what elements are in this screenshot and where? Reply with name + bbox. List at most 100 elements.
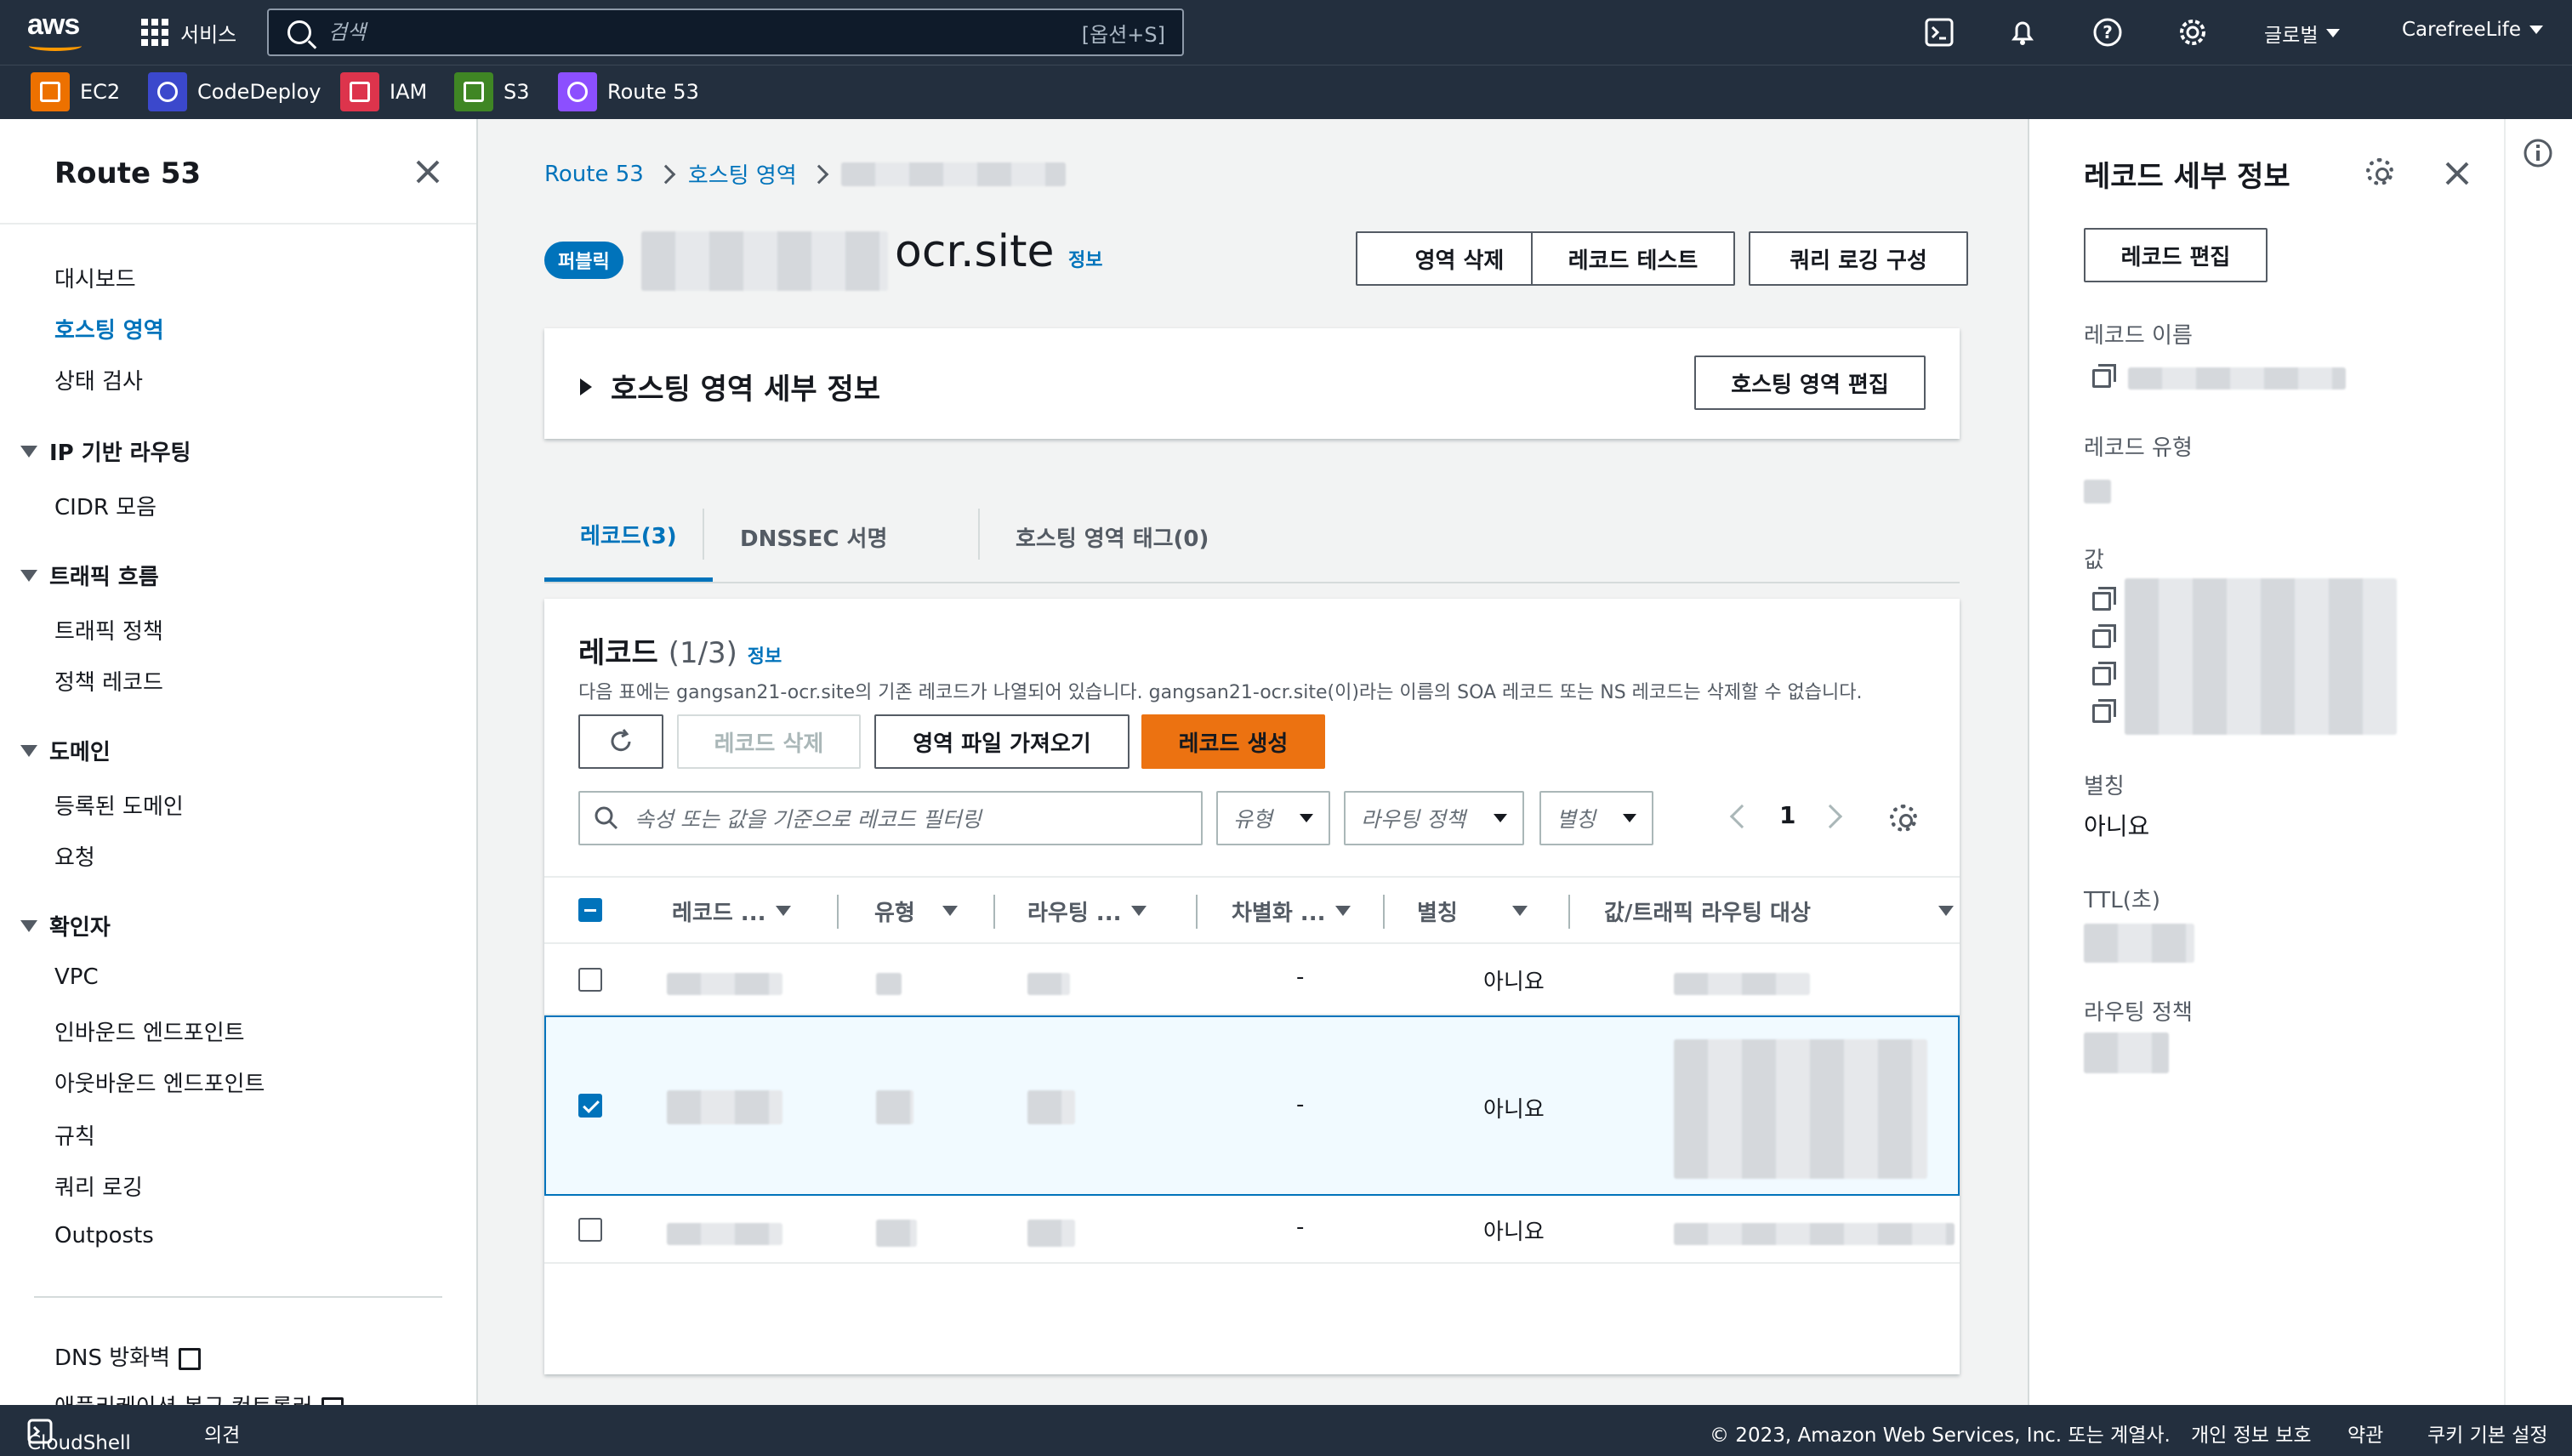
breadcrumb-route53[interactable]: Route 53	[544, 162, 644, 187]
sidebar-item-rules[interactable]: 규칙	[54, 1119, 95, 1151]
refresh-button[interactable]	[578, 714, 663, 769]
sidebar-item-outposts[interactable]: Outposts	[54, 1223, 154, 1248]
cloudshell-icon[interactable]	[1924, 17, 1955, 48]
test-record-button[interactable]: 레코드 테스트	[1531, 231, 1735, 286]
favorite-s3[interactable]: S3	[454, 72, 530, 111]
sidebar-item-outbound-endpoints[interactable]: 아웃바운드 엔드포인트	[54, 1066, 265, 1098]
sidebar-item-inbound-endpoints[interactable]: 인바운드 엔드포인트	[54, 1015, 245, 1047]
type-filter-dropdown[interactable]: 유형	[1216, 791, 1330, 845]
copy-icon[interactable]	[2092, 662, 2116, 685]
column-header-record-name[interactable]: 레코드 ...	[672, 878, 792, 944]
redacted-routing	[1027, 1220, 1075, 1247]
close-icon[interactable]	[412, 156, 442, 187]
hosted-zone-details-toggle[interactable]: 호스팅 영역 세부 정보	[580, 366, 880, 407]
column-header-value[interactable]: 값/트래픽 라우팅 대상	[1604, 878, 1954, 944]
settings-gear-icon[interactable]	[2366, 158, 2393, 185]
copy-icon[interactable]	[2092, 587, 2116, 611]
sidebar-item-query-logging[interactable]: 쿼리 로깅	[54, 1170, 143, 1202]
info-icon[interactable]	[2523, 138, 2553, 168]
sidebar-title: Route 53	[54, 156, 202, 191]
sidebar-item-health-checks[interactable]: 상태 검사	[54, 364, 143, 395]
favorite-ec2[interactable]: EC2	[31, 72, 120, 111]
next-page-icon[interactable]	[1818, 804, 1843, 829]
sidebar-item-dashboard[interactable]: 대시보드	[54, 262, 136, 293]
table-preferences-gear-icon[interactable]	[1890, 805, 1917, 832]
sidebar-item-policy-records[interactable]: 정책 레코드	[54, 665, 163, 697]
services-menu-button[interactable]: 서비스	[141, 15, 236, 49]
settings-gear-icon[interactable]	[2177, 17, 2208, 48]
sidebar-section-resolver[interactable]: 확인자	[20, 910, 111, 941]
column-header-differentiator[interactable]: 차별화 ...	[1232, 878, 1351, 944]
info-link[interactable]: 정보	[748, 646, 782, 668]
copyright: © 2023, Amazon Web Services, Inc. 또는 계열사…	[1710, 1425, 2171, 1447]
terms-link[interactable]: 약관	[2347, 1419, 2383, 1447]
copy-icon[interactable]	[2092, 624, 2116, 648]
routing-policy-filter-dropdown[interactable]: 라우팅 정책	[1344, 791, 1524, 845]
sidebar-section-ip-routing[interactable]: IP 기반 라우팅	[20, 435, 191, 467]
close-icon[interactable]	[2441, 158, 2472, 189]
sidebar-item-registered-domains[interactable]: 등록된 도메인	[54, 789, 184, 821]
table-row[interactable]: - 아니요	[544, 946, 1960, 1015]
configure-query-logging-button[interactable]: 쿼리 로깅 구성	[1749, 231, 1968, 286]
column-header-routing[interactable]: 라우팅 ...	[1027, 878, 1147, 944]
redacted-type	[876, 1220, 917, 1247]
delete-record-button[interactable]: 레코드 삭제	[677, 714, 861, 769]
s3-icon	[454, 72, 493, 111]
account-menu[interactable]: CarefreeLife	[2402, 19, 2544, 41]
redacted-type	[876, 973, 902, 995]
alias-label: 별칭	[2084, 774, 2125, 799]
region-selector[interactable]: 글로벌	[2264, 19, 2341, 48]
edit-record-button[interactable]: 레코드 편집	[2084, 228, 2268, 282]
column-header-type[interactable]: 유형	[874, 878, 958, 944]
privacy-link[interactable]: 개인 정보 보호	[2191, 1419, 2312, 1447]
column-header-alias[interactable]: 별칭	[1417, 878, 1528, 944]
prev-page-icon[interactable]	[1729, 804, 1755, 829]
feedback-link[interactable]: 의견	[204, 1419, 240, 1447]
sidebar-item-requests[interactable]: 요청	[54, 840, 95, 872]
import-zone-file-button[interactable]: 영역 파일 가져오기	[874, 714, 1130, 769]
sidebar-section-domains[interactable]: 도메인	[20, 735, 111, 766]
row-checkbox[interactable]	[578, 1094, 602, 1118]
bell-icon[interactable]	[2007, 17, 2038, 48]
table-row-selected[interactable]: - 아니요	[544, 1015, 1960, 1196]
breadcrumb-hosted-zones[interactable]: 호스팅 영역	[688, 158, 797, 190]
sidebar-item-app-recovery[interactable]: 애플리케이션 복구 컨트롤러	[54, 1390, 344, 1405]
redacted-record-type	[2084, 480, 2111, 503]
row-checkbox[interactable]	[578, 1218, 602, 1242]
info-link[interactable]: 정보	[1068, 250, 1102, 271]
table-header: 레코드 ... 유형 라우팅 ... 차별화 ... 별칭 값/트래픽 라우팅 …	[544, 876, 1960, 944]
sort-icon	[776, 906, 792, 916]
refresh-icon	[611, 729, 631, 752]
select-all-checkbox[interactable]	[578, 898, 602, 922]
table-row[interactable]: - 아니요	[544, 1196, 1960, 1264]
sort-icon	[1335, 906, 1351, 916]
copy-icon[interactable]	[2092, 699, 2116, 723]
cloudshell-button[interactable]: CloudShell	[27, 1419, 131, 1454]
favorite-route53[interactable]: Route 53	[558, 72, 699, 111]
copy-icon[interactable]	[2092, 364, 2116, 388]
page-number[interactable]: 1	[1779, 801, 1795, 829]
favorite-codedeploy[interactable]: CodeDeploy	[148, 72, 321, 111]
cookie-preferences-link[interactable]: 쿠키 기본 설정	[2427, 1419, 2548, 1447]
sidebar-item-traffic-policy[interactable]: 트래픽 정책	[54, 614, 163, 646]
sidebar-item-vpc[interactable]: VPC	[54, 964, 99, 990]
sidebar-item-cidr[interactable]: CIDR 모음	[54, 490, 156, 521]
favorite-iam[interactable]: IAM	[340, 72, 427, 111]
search-input[interactable]	[328, 20, 1077, 44]
search-bar[interactable]: [옵션+S]	[267, 9, 1184, 56]
breadcrumb-redacted-zone	[840, 162, 1066, 186]
sidebar-item-hosted-zones[interactable]: 호스팅 영역	[54, 313, 164, 344]
records-filter-input[interactable]: 속성 또는 값을 기준으로 레코드 필터링	[578, 791, 1203, 845]
create-record-button[interactable]: 레코드 생성	[1141, 714, 1325, 769]
sidebar-section-traffic-flow[interactable]: 트래픽 흐름	[20, 560, 159, 591]
tab-dnssec[interactable]: DNSSEC 서명	[704, 492, 923, 582]
sidebar-item-dns-firewall[interactable]: DNS 방화벽	[54, 1340, 201, 1372]
help-icon[interactable]: ?	[2092, 17, 2123, 48]
tab-hosted-zone-tags[interactable]: 호스팅 영역 태그(0)	[980, 492, 1244, 582]
expand-triangle-icon	[20, 569, 37, 582]
tab-records[interactable]: 레코드(3)	[544, 492, 713, 582]
row-checkbox[interactable]	[578, 968, 602, 992]
aws-logo[interactable]: aws	[27, 9, 88, 53]
edit-hosted-zone-button[interactable]: 호스팅 영역 편집	[1694, 355, 1926, 410]
alias-filter-dropdown[interactable]: 별칭	[1539, 791, 1653, 845]
